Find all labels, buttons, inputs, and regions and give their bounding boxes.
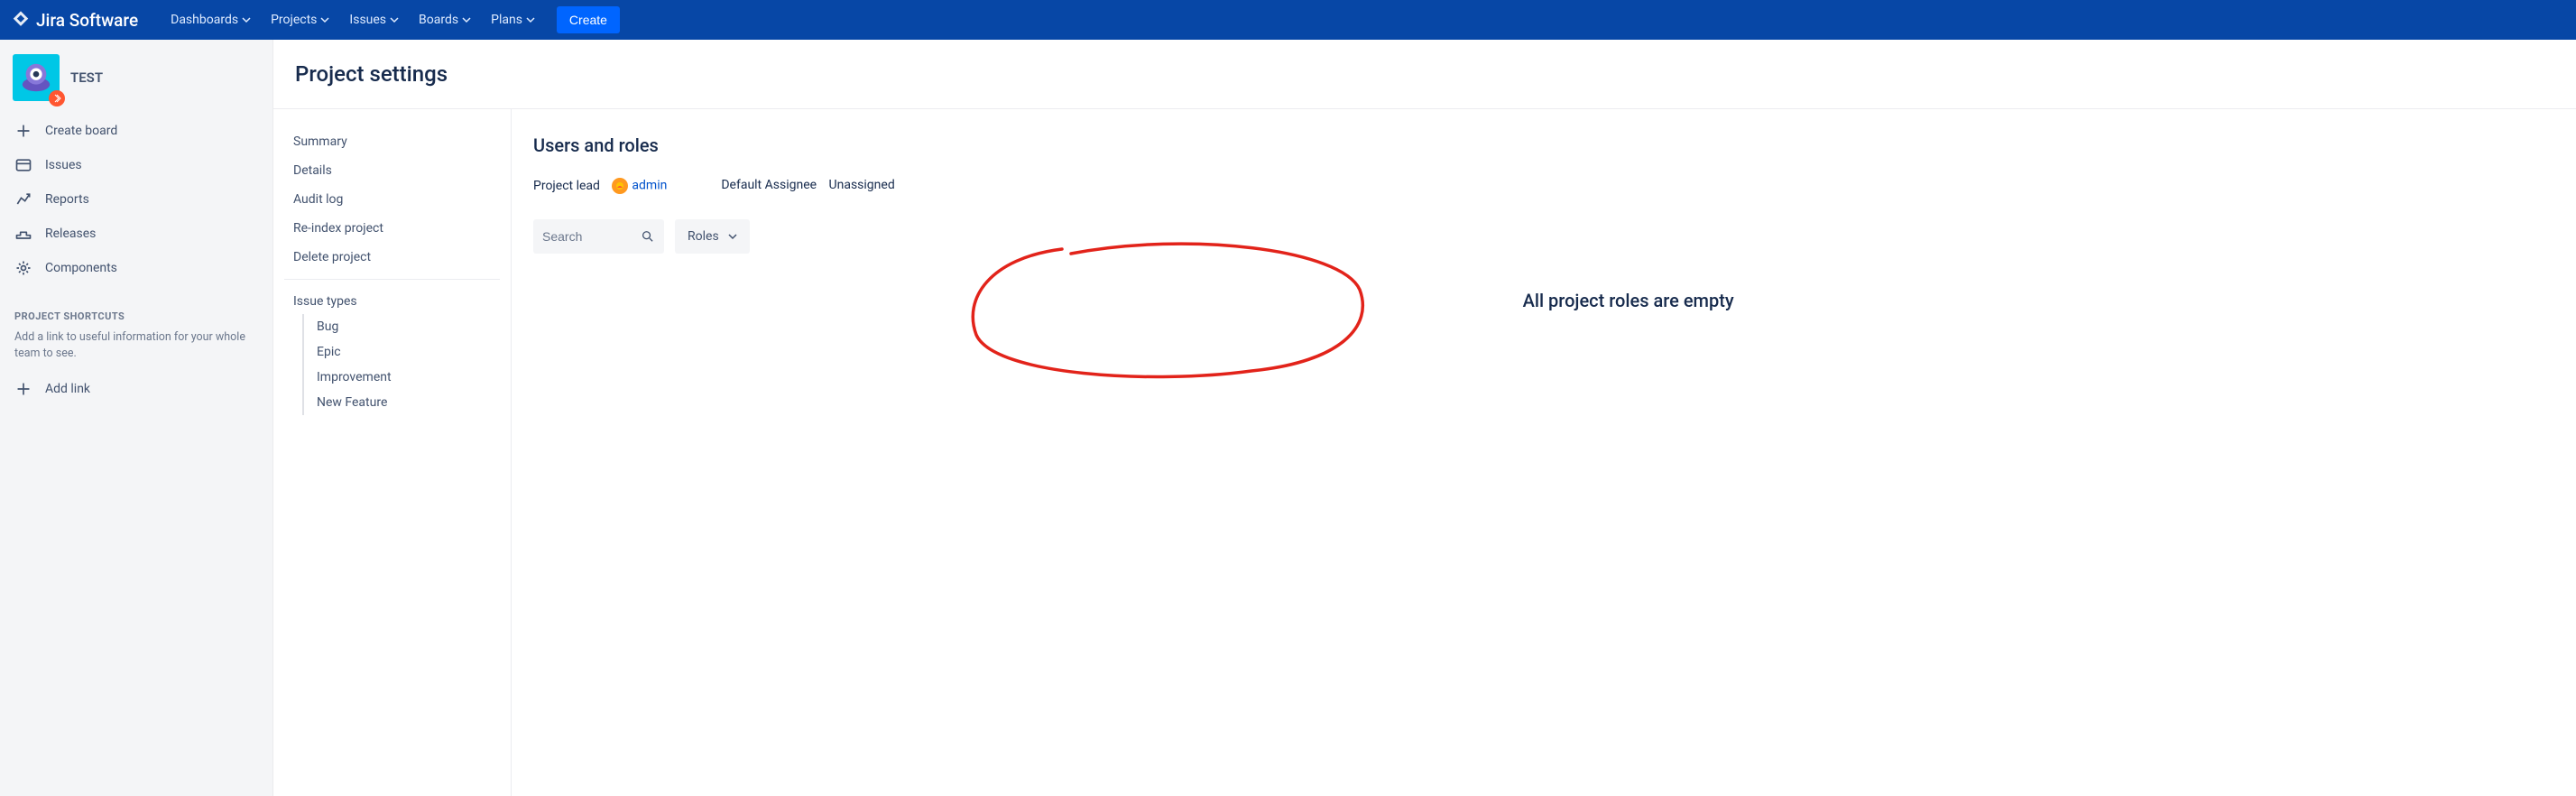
settings-nav: Summary Details Audit log Re-index proje… [273, 109, 512, 796]
project-lead-link[interactable]: admin [632, 179, 667, 193]
chevron-down-icon [462, 15, 471, 24]
roles-dropdown[interactable]: Roles [675, 219, 750, 254]
settings-details[interactable]: Details [284, 156, 500, 185]
chevron-down-icon [242, 15, 251, 24]
project-avatar-icon [19, 60, 53, 95]
project-name: TEST [70, 69, 103, 86]
roles-label: Roles [688, 229, 719, 244]
chevron-down-icon [526, 15, 535, 24]
meta-row: Project lead admin Default Assignee Unas… [533, 178, 2554, 194]
releases-icon [14, 225, 32, 243]
shortcuts-header: PROJECT SHORTCUTS [7, 285, 265, 328]
page-title: Project settings [273, 40, 2576, 109]
issues-icon [14, 156, 32, 174]
create-button[interactable]: Create [557, 6, 620, 33]
nav-issues[interactable]: Issues [342, 7, 406, 32]
plus-icon [14, 380, 32, 398]
content-heading: Users and roles [533, 134, 2554, 156]
nav-dashboards[interactable]: Dashboards [163, 7, 258, 32]
product-name: Jira Software [36, 10, 138, 31]
empty-state-message: All project roles are empty [1523, 290, 1734, 311]
sidebar-create-board[interactable]: Create board [7, 114, 265, 148]
reports-icon [14, 190, 32, 208]
search-icon [641, 228, 655, 245]
issue-type-epic[interactable]: Epic [304, 339, 500, 365]
settings-audit-log[interactable]: Audit log [284, 185, 500, 214]
project-avatar [13, 54, 60, 101]
jira-logo[interactable]: Jira Software [11, 10, 138, 31]
sidebar: TEST Create board Issues Reports Release… [0, 40, 273, 796]
nav-projects[interactable]: Projects [263, 7, 337, 32]
issue-type-improvement[interactable]: Improvement [304, 365, 500, 390]
project-lead: Project lead admin [533, 178, 667, 194]
settings-summary[interactable]: Summary [284, 127, 500, 156]
top-nav: Jira Software Dashboards Projects Issues… [0, 0, 2576, 40]
layout: TEST Create board Issues Reports Release… [0, 40, 2576, 796]
components-icon [14, 259, 32, 277]
main: Project settings Summary Details Audit l… [273, 40, 2576, 796]
project-lead-label: Project lead [533, 179, 600, 193]
sidebar-issues[interactable]: Issues [7, 148, 265, 182]
nav-boards[interactable]: Boards [411, 7, 478, 32]
default-assignee-label: Default Assignee [721, 178, 817, 192]
sidebar-releases[interactable]: Releases [7, 217, 265, 251]
issue-types-header[interactable]: Issue types [284, 287, 500, 314]
user-avatar-icon [612, 178, 628, 194]
sidebar-components[interactable]: Components [7, 251, 265, 285]
nav-items: Dashboards Projects Issues Boards Plans … [163, 6, 620, 33]
default-assignee-value: Unassigned [829, 178, 895, 192]
issue-type-new-feature[interactable]: New Feature [304, 390, 500, 415]
main-columns: Summary Details Audit log Re-index proje… [273, 109, 2576, 796]
controls-row: Roles [533, 219, 2554, 254]
search-input[interactable] [542, 229, 641, 244]
shortcuts-help: Add a link to useful information for you… [7, 328, 265, 372]
chevron-down-icon [390, 15, 399, 24]
content: Users and roles Project lead admin Defau… [512, 109, 2576, 796]
sidebar-add-link[interactable]: Add link [7, 372, 265, 406]
plus-icon [14, 122, 32, 140]
chevron-down-icon [320, 15, 329, 24]
default-assignee: Default Assignee Unassigned [721, 178, 894, 194]
project-header[interactable]: TEST [7, 54, 265, 114]
search-box[interactable] [533, 219, 664, 254]
jira-logo-icon [11, 10, 31, 30]
settings-reindex[interactable]: Re-index project [284, 214, 500, 243]
settings-delete[interactable]: Delete project [284, 243, 500, 272]
issue-type-list: Bug Epic Improvement New Feature [302, 314, 500, 415]
project-type-badge-icon [49, 90, 65, 106]
sidebar-reports[interactable]: Reports [7, 182, 265, 217]
nav-plans[interactable]: Plans [484, 7, 542, 32]
divider [284, 279, 500, 280]
chevron-down-icon [728, 232, 737, 241]
issue-type-bug[interactable]: Bug [304, 314, 500, 339]
annotation-circle [954, 236, 1378, 389]
